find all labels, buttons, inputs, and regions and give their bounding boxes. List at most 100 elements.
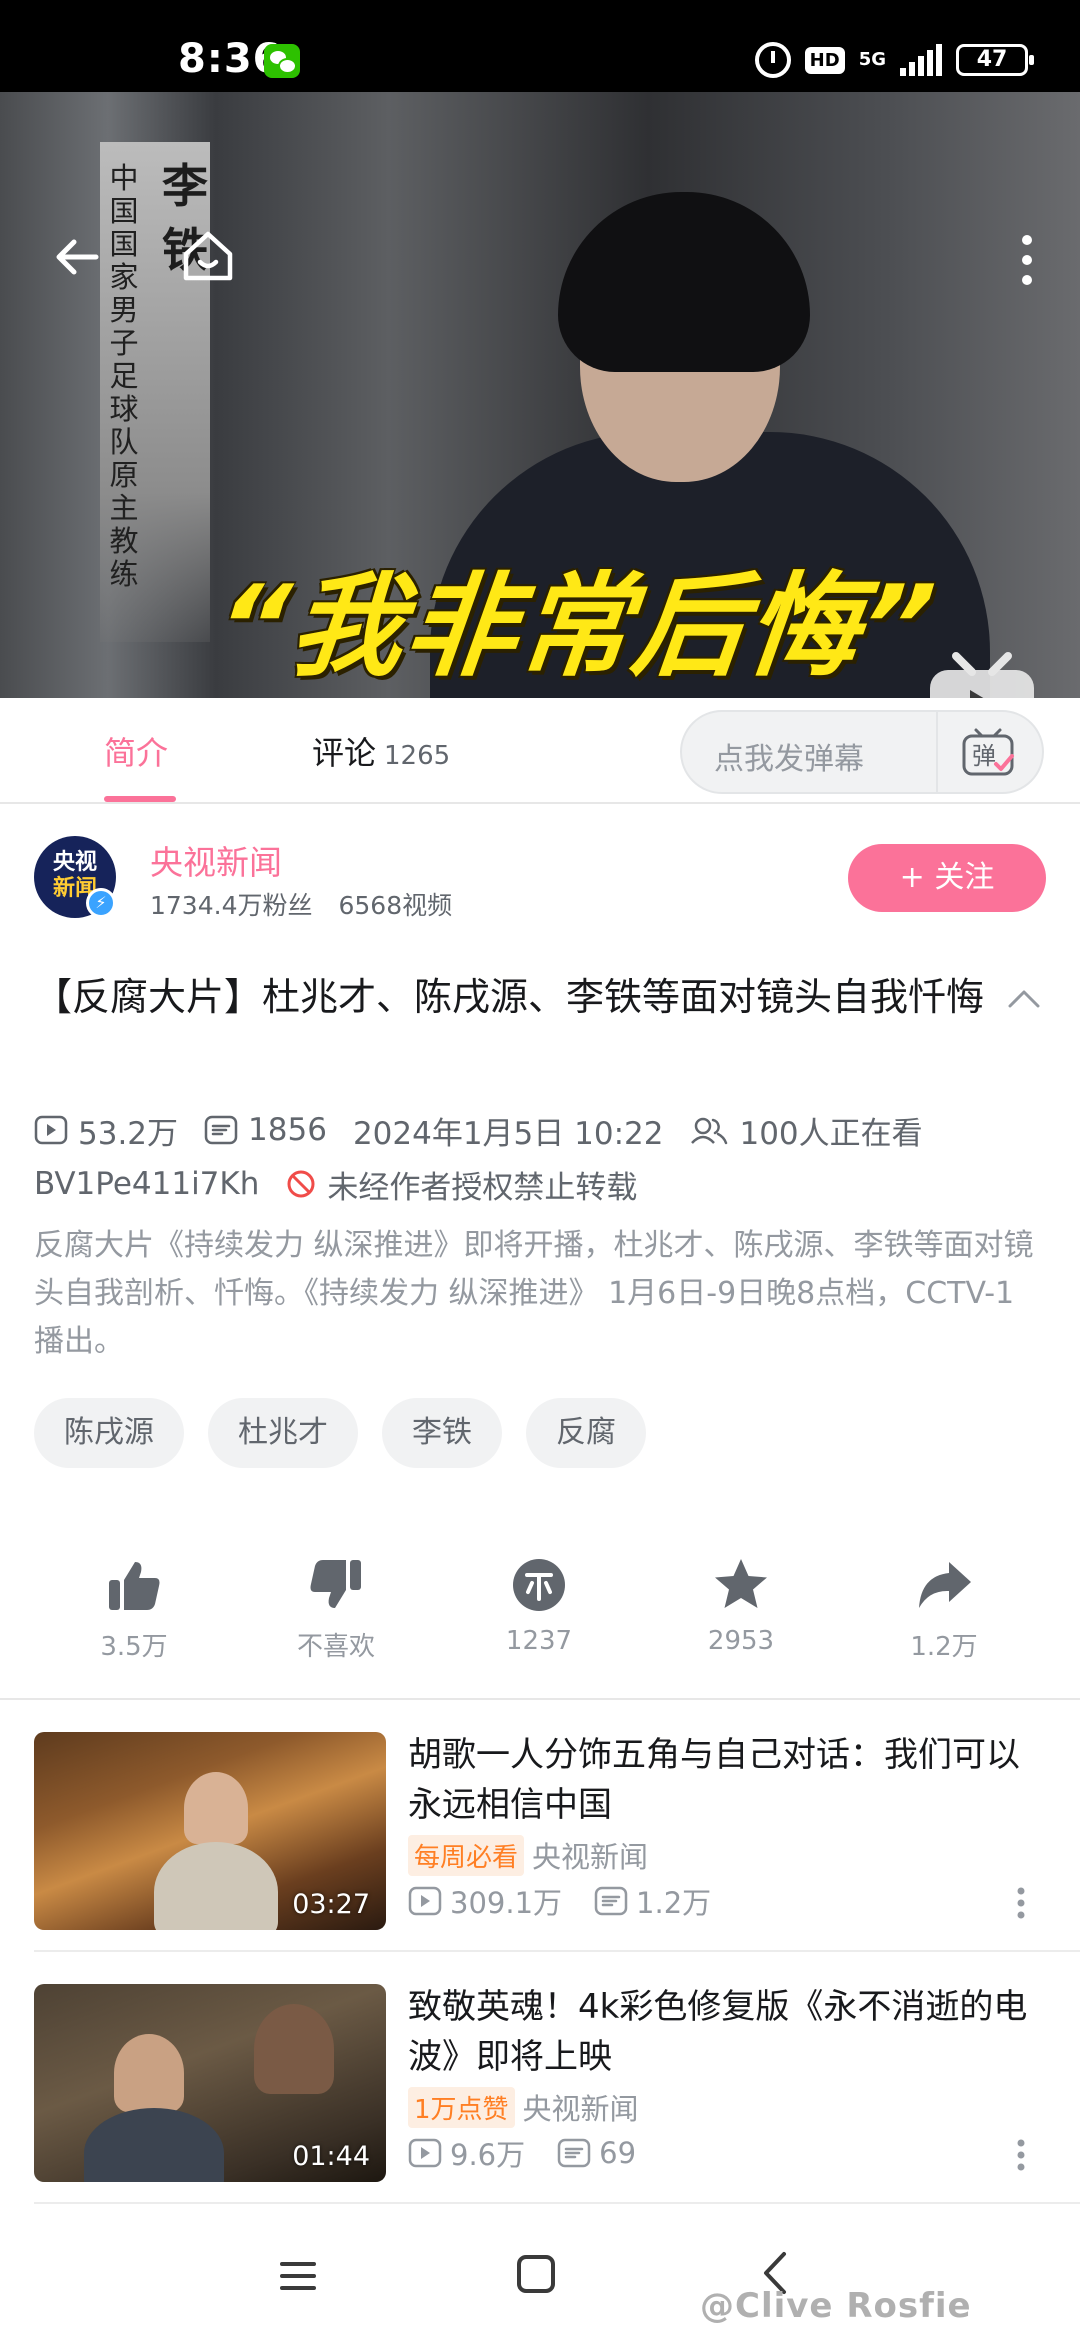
related-video-badge: 每周必看	[408, 1834, 525, 1876]
prohibited-icon	[287, 1170, 315, 1198]
video-duration: 01:44	[292, 2141, 370, 2172]
related-video-title: 致敬英魂！4k彩色修复版《永不消逝的电波》即将上映	[408, 1987, 1028, 2077]
related-danmaku-count: 69	[557, 2136, 636, 2170]
thumbnail-figure-2	[254, 2004, 334, 2094]
related-video-thumbnail[interactable]: 01:44	[34, 1984, 386, 2182]
related-view-count: 9.6万	[408, 2132, 525, 2174]
copyright-text: 未经作者授权禁止转载	[327, 1169, 638, 1206]
network-type: 5G	[858, 49, 886, 70]
watching-now-value: 100人正在看	[739, 1115, 923, 1152]
like-count: 3.5万	[100, 1632, 168, 1662]
related-video-badge: 1万点赞	[408, 2086, 515, 2128]
related-video-thumbnail[interactable]: 03:27	[34, 1732, 386, 1930]
follow-button[interactable]: + 关注	[848, 844, 1046, 912]
danmaku-count-value: 1856	[248, 1112, 327, 1148]
tab-intro[interactable]: 简介	[104, 728, 168, 774]
tag-chip[interactable]: 李铁	[382, 1398, 502, 1468]
play-count-icon	[34, 1115, 68, 1145]
video-frame-person-hair	[558, 192, 810, 372]
recent-apps-icon[interactable]	[278, 2256, 318, 2296]
more-options-icon[interactable]	[1002, 232, 1052, 288]
video-id-row: BV1Pe411i7Kh 未经作者授权禁止转载	[34, 1162, 663, 1207]
related-view-count-value: 9.6万	[450, 2138, 526, 2172]
coin-icon	[513, 1559, 565, 1611]
status-bar: 8:36 HD 5G 47	[0, 0, 1080, 92]
thumbnail-figure	[114, 2034, 184, 2112]
banner-title: 中国国家男子足球队原主教练	[109, 161, 139, 591]
more-vertical-icon[interactable]	[1016, 1886, 1026, 1920]
danmaku-input[interactable]: 点我发弹幕 弹	[680, 710, 1044, 794]
home-icon[interactable]	[180, 228, 236, 284]
star-icon	[715, 1559, 767, 1608]
copyright-notice: 未经作者授权禁止转载	[285, 1162, 637, 1207]
bvid: BV1Pe411i7Kh	[34, 1166, 260, 1202]
share-arrow-icon	[919, 1562, 971, 1608]
related-video-author: 央视新闻	[522, 2092, 639, 2126]
related-video-stats: 9.6万 69	[408, 2132, 668, 2174]
related-view-count: 309.1万	[408, 1880, 562, 1922]
divider	[936, 712, 938, 792]
dislike-button[interactable]: 不喜欢	[266, 1556, 406, 1663]
tab-comments[interactable]: 评论 1265	[312, 728, 450, 774]
share-count: 1.2万	[910, 1632, 978, 1662]
video-description: 反腐大片《持续发力 纵深推进》即将开播，杜兆才、陈戌源、李铁等面对镜头自我剖析、…	[34, 1228, 1034, 1359]
chevron-up-icon[interactable]	[1004, 982, 1044, 1012]
play-count-icon	[408, 1886, 442, 1916]
favorite-button[interactable]: 2953	[671, 1556, 811, 1656]
coin-button[interactable]: 1237	[469, 1556, 609, 1656]
danmaku-placeholder: 点我发弹幕	[714, 742, 864, 777]
view-count-value: 53.2万	[78, 1115, 179, 1152]
dislike-label: 不喜欢	[296, 1632, 375, 1662]
tag-chip[interactable]: 陈戌源	[34, 1398, 184, 1468]
tab-comments-label: 评论	[312, 734, 377, 772]
tag-chip[interactable]: 杜兆才	[208, 1398, 358, 1468]
wechat-notification-icon	[264, 44, 300, 78]
related-danmaku-count: 1.2万	[594, 1880, 711, 1922]
related-danmaku-count-value: 1.2万	[636, 1886, 712, 1920]
publish-date: 2024年1月5日 10:22	[352, 1115, 664, 1152]
watermark: @Clive Rosfie	[700, 2286, 972, 2326]
tag-list: 陈戌源 杜兆才 李铁 反腐	[34, 1398, 646, 1468]
related-danmaku-count-value: 69	[599, 2136, 637, 2170]
uploader-name[interactable]: 央视新闻	[150, 836, 282, 884]
home-square-icon[interactable]	[516, 2254, 556, 2294]
share-button[interactable]: 1.2万	[874, 1556, 1014, 1663]
hd-icon: HD	[804, 46, 845, 74]
avatar-text-line1: 央视	[52, 850, 97, 875]
video-duration: 03:27	[292, 1889, 370, 1920]
related-video-meta: 1万点赞 央视新闻	[408, 2086, 639, 2128]
related-video-author: 央视新闻	[532, 1840, 649, 1874]
play-count-icon	[408, 2138, 442, 2168]
uploader-video-count: 6568视频	[338, 891, 453, 920]
more-vertical-icon[interactable]	[1016, 2138, 1026, 2172]
alarm-icon	[754, 42, 791, 78]
danmaku-count: 1856	[204, 1112, 327, 1148]
like-button[interactable]: 3.5万	[64, 1556, 204, 1663]
danmaku-count-icon	[557, 2138, 591, 2168]
related-video-item[interactable]: 01:44 致敬英魂！4k彩色修复版《永不消逝的电波》即将上映 1万点赞 央视新…	[0, 1952, 1080, 2204]
related-video-meta: 每周必看 央视新闻	[408, 1834, 648, 1876]
danmaku-toggle-icon[interactable]: 弹	[960, 726, 1016, 778]
play-button-icon[interactable]	[926, 652, 1038, 698]
video-caption: “我非常后悔”	[210, 562, 943, 692]
related-view-count-value: 309.1万	[450, 1886, 563, 1920]
danmaku-count-icon	[204, 1115, 238, 1145]
verified-lightning-icon: ⚡	[86, 888, 116, 918]
uploader-fans: 1734.4万粉丝	[150, 891, 313, 920]
back-arrow-icon[interactable]	[52, 232, 102, 282]
signal-icon	[900, 44, 942, 76]
tab-bar: 简介 评论 1265 点我发弹幕 弹	[0, 698, 1080, 804]
people-icon	[691, 1117, 728, 1145]
coin-count: 1237	[505, 1626, 573, 1656]
tag-chip[interactable]: 反腐	[526, 1398, 646, 1468]
related-video-item[interactable]: 03:27 胡歌一人分饰五角与自己对话：我们可以永远相信中国 每周必看 央视新闻…	[0, 1700, 1080, 1952]
thumbnail-figure	[184, 1772, 248, 1844]
thumbnail-figure-body	[84, 2108, 224, 2182]
thumbs-down-icon	[310, 1560, 361, 1608]
tab-active-indicator	[104, 796, 176, 802]
battery-icon: 47	[956, 44, 1034, 76]
status-indicators: HD 5G 47	[754, 40, 1034, 80]
thumbnail-figure-body	[154, 1842, 278, 1930]
danmaku-icon-label: 弹	[972, 742, 996, 770]
video-player[interactable]: 中国国家男子足球队原主教练 李铁 “我非常后悔”	[0, 92, 1080, 698]
